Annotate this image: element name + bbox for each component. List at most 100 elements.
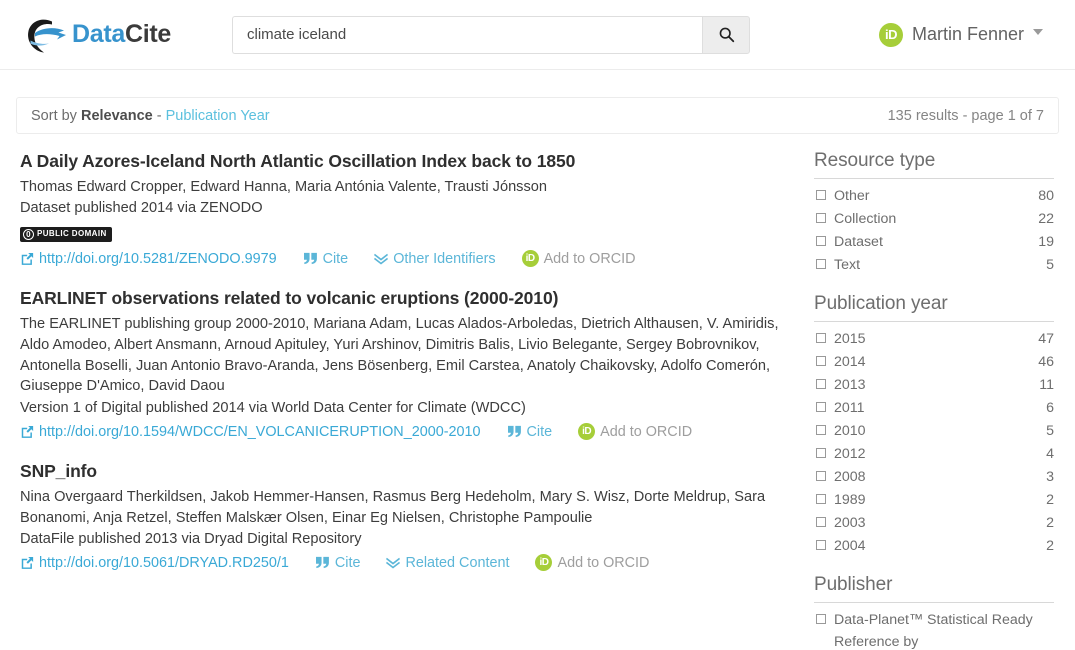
facet-option-label: 2012 bbox=[834, 443, 1046, 465]
checkbox-icon[interactable] bbox=[816, 236, 826, 246]
datacite-logo[interactable]: DataCite bbox=[22, 14, 202, 56]
facet-option-count: 47 bbox=[1038, 328, 1054, 350]
result-authors: The EARLINET publishing group 2000-2010,… bbox=[20, 314, 780, 397]
facet-option[interactable]: 19892 bbox=[814, 488, 1054, 511]
facet-option-label: 2015 bbox=[834, 328, 1038, 350]
checkbox-icon[interactable] bbox=[816, 540, 826, 550]
checkbox-icon[interactable] bbox=[816, 379, 826, 389]
other-identifiers-toggle[interactable]: Other Identifiers bbox=[374, 251, 495, 267]
checkbox-icon[interactable] bbox=[816, 333, 826, 343]
facet-option-label: Dataset bbox=[834, 231, 1038, 253]
sort-by-label: Sort by bbox=[31, 108, 77, 124]
facet-option[interactable]: 201311 bbox=[814, 373, 1054, 396]
double-chevron-down-icon bbox=[386, 556, 400, 569]
facet-option[interactable]: 20042 bbox=[814, 534, 1054, 557]
facet-option-count: 46 bbox=[1038, 351, 1054, 373]
page-content: A Daily Azores-Iceland North Atlantic Os… bbox=[0, 150, 1075, 650]
checkbox-icon[interactable] bbox=[816, 356, 826, 366]
search-result-item: A Daily Azores-Iceland North Atlantic Os… bbox=[16, 150, 784, 267]
add-to-orcid-label: Add to ORCID bbox=[557, 555, 649, 571]
doi-link[interactable]: http://doi.org/10.1594/WDCC/EN_VOLCANICE… bbox=[20, 424, 481, 440]
facet-option[interactable]: Dataset19 bbox=[814, 230, 1054, 253]
doi-url: http://doi.org/10.5061/DRYAD.RD250/1 bbox=[39, 555, 289, 571]
facet-option[interactable]: 201446 bbox=[814, 350, 1054, 373]
doi-url: http://doi.org/10.1594/WDCC/EN_VOLCANICE… bbox=[39, 424, 481, 440]
result-actions: http://doi.org/10.5061/DRYAD.RD250/1 Cite… bbox=[20, 554, 784, 571]
facet-option[interactable]: Data-Planet™ Statistical Ready Reference… bbox=[814, 608, 1054, 650]
datacite-wordmark: DataCite bbox=[72, 20, 171, 49]
facet-option[interactable]: 20105 bbox=[814, 419, 1054, 442]
add-to-orcid-label: Add to ORCID bbox=[544, 251, 636, 267]
facet-option[interactable]: Collection22 bbox=[814, 207, 1054, 230]
facet-option-label: 2010 bbox=[834, 420, 1046, 442]
doi-link[interactable]: http://doi.org/10.5281/ZENODO.9979 bbox=[20, 251, 277, 267]
facet-option-count: 2 bbox=[1046, 512, 1054, 534]
search-form bbox=[232, 16, 750, 54]
facet-option-count: 80 bbox=[1038, 185, 1054, 207]
facet-group-title: Publisher bbox=[814, 574, 1054, 603]
cite-label: Cite bbox=[335, 555, 361, 571]
result-authors: Nina Overgaard Therkildsen, Jakob Hemmer… bbox=[20, 487, 780, 528]
facet-option-count: 2 bbox=[1046, 489, 1054, 511]
checkbox-icon[interactable] bbox=[816, 259, 826, 269]
facet-option[interactable]: 201547 bbox=[814, 327, 1054, 350]
checkbox-icon[interactable] bbox=[816, 213, 826, 223]
license-badge-public-domain[interactable]: 0PUBLIC DOMAIN bbox=[20, 227, 112, 242]
facet-option-count: 5 bbox=[1046, 420, 1054, 442]
search-input[interactable] bbox=[232, 16, 702, 54]
facet-option-count: 11 bbox=[1039, 374, 1054, 396]
result-title[interactable]: EARLINET observations related to volcani… bbox=[20, 287, 784, 310]
doi-link[interactable]: http://doi.org/10.5061/DRYAD.RD250/1 bbox=[20, 555, 289, 571]
checkbox-icon[interactable] bbox=[816, 190, 826, 200]
facet-option[interactable]: 20124 bbox=[814, 442, 1054, 465]
cite-label: Cite bbox=[323, 251, 349, 267]
add-to-orcid-label: Add to ORCID bbox=[600, 424, 692, 440]
result-authors: Thomas Edward Cropper, Edward Hanna, Mar… bbox=[20, 177, 780, 198]
sort-option-relevance[interactable]: Relevance bbox=[81, 108, 153, 124]
facet-option-count: 5 bbox=[1046, 254, 1054, 276]
other-identifiers-toggle[interactable]: Related Content bbox=[386, 555, 509, 571]
sort-separator: - bbox=[157, 108, 162, 124]
orcid-id-icon: iD bbox=[578, 423, 595, 440]
facet-option[interactable]: Text5 bbox=[814, 253, 1054, 276]
checkbox-icon[interactable] bbox=[816, 517, 826, 527]
chevron-down-icon[interactable] bbox=[1033, 29, 1043, 35]
sort-bar: Sort by Relevance - Publication Year 135… bbox=[16, 97, 1059, 134]
other-identifiers-label: Related Content bbox=[405, 555, 509, 571]
cite-button[interactable]: Cite bbox=[315, 555, 361, 571]
facet-option-label: 1989 bbox=[834, 489, 1046, 511]
cite-button[interactable]: Cite bbox=[303, 251, 349, 267]
result-title[interactable]: A Daily Azores-Iceland North Atlantic Os… bbox=[20, 150, 784, 173]
double-chevron-down-icon bbox=[374, 252, 388, 265]
user-menu[interactable]: iD Martin Fenner bbox=[879, 23, 1053, 47]
add-to-orcid-button[interactable]: iDAdd to ORCID bbox=[522, 250, 636, 267]
doi-url: http://doi.org/10.5281/ZENODO.9979 bbox=[39, 251, 277, 267]
facet-option[interactable]: 20032 bbox=[814, 511, 1054, 534]
search-button[interactable] bbox=[702, 16, 750, 54]
result-count-label: 135 results - page 1 of 7 bbox=[888, 108, 1044, 124]
checkbox-icon[interactable] bbox=[816, 494, 826, 504]
checkbox-icon[interactable] bbox=[816, 402, 826, 412]
sort-option-publication-year[interactable]: Publication Year bbox=[166, 108, 270, 124]
facet-option-label: 2008 bbox=[834, 466, 1046, 488]
cite-button[interactable]: Cite bbox=[507, 424, 553, 440]
checkbox-icon[interactable] bbox=[816, 614, 826, 624]
result-actions: http://doi.org/10.5281/ZENODO.9979 Cite Ot… bbox=[20, 250, 784, 267]
logo-text-cite: Cite bbox=[125, 20, 171, 48]
facet-option[interactable]: 20116 bbox=[814, 396, 1054, 419]
search-result-item: EARLINET observations related to volcani… bbox=[16, 287, 784, 440]
facet-option-count: 19 bbox=[1038, 231, 1054, 253]
facet-sidebar: Resource typeOther80Collection22Dataset1… bbox=[814, 150, 1054, 650]
result-title[interactable]: SNP_info bbox=[20, 460, 784, 483]
facet-option[interactable]: 20083 bbox=[814, 465, 1054, 488]
facet-option-label: Text bbox=[834, 254, 1046, 276]
checkbox-icon[interactable] bbox=[816, 471, 826, 481]
checkbox-icon[interactable] bbox=[816, 448, 826, 458]
add-to-orcid-button[interactable]: iDAdd to ORCID bbox=[535, 554, 649, 571]
external-link-icon bbox=[20, 425, 34, 439]
datacite-logo-icon bbox=[22, 14, 74, 56]
checkbox-icon[interactable] bbox=[816, 425, 826, 435]
add-to-orcid-button[interactable]: iD Add to ORCID bbox=[578, 423, 692, 440]
search-icon bbox=[718, 26, 735, 43]
facet-option[interactable]: Other80 bbox=[814, 184, 1054, 207]
